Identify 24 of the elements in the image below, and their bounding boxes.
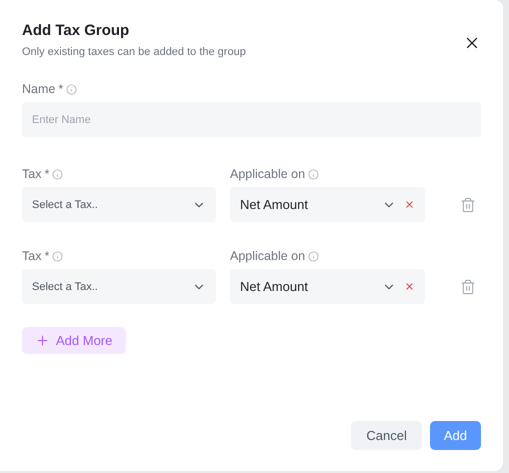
field-label: Applicable on: [230, 167, 306, 181]
info-icon: [52, 168, 64, 180]
dialog-title: Add Tax Group: [22, 22, 130, 39]
info-icon: [52, 250, 64, 262]
clear-icon[interactable]: [404, 199, 415, 210]
info-icon: [66, 84, 78, 94]
tax-dropdown[interactable]: Select a Tax..: [22, 187, 216, 222]
clear-icon[interactable]: [404, 281, 415, 292]
required-mark: *: [44, 167, 50, 181]
field-label: Applicable on: [230, 249, 306, 263]
field-label: Tax: [22, 249, 42, 263]
applicable-on-dropdown[interactable]: Net Amount: [230, 269, 425, 304]
field-label: Name: [22, 82, 56, 96]
cancel-button[interactable]: Cancel: [351, 421, 422, 450]
required-mark: *: [44, 249, 50, 263]
applicable-on-dropdown[interactable]: Net Amount: [230, 187, 425, 222]
info-icon: [308, 250, 320, 262]
name-input-field[interactable]: Enter Name: [22, 102, 481, 137]
required-mark: *: [58, 82, 64, 96]
plus-icon: [35, 333, 50, 348]
info-icon: [308, 168, 320, 180]
field-label: Tax: [22, 167, 42, 181]
dialog-subtitle: Only existing taxes can be added to the group: [22, 46, 246, 58]
tax-dropdown[interactable]: Select a Tax..: [22, 269, 216, 304]
